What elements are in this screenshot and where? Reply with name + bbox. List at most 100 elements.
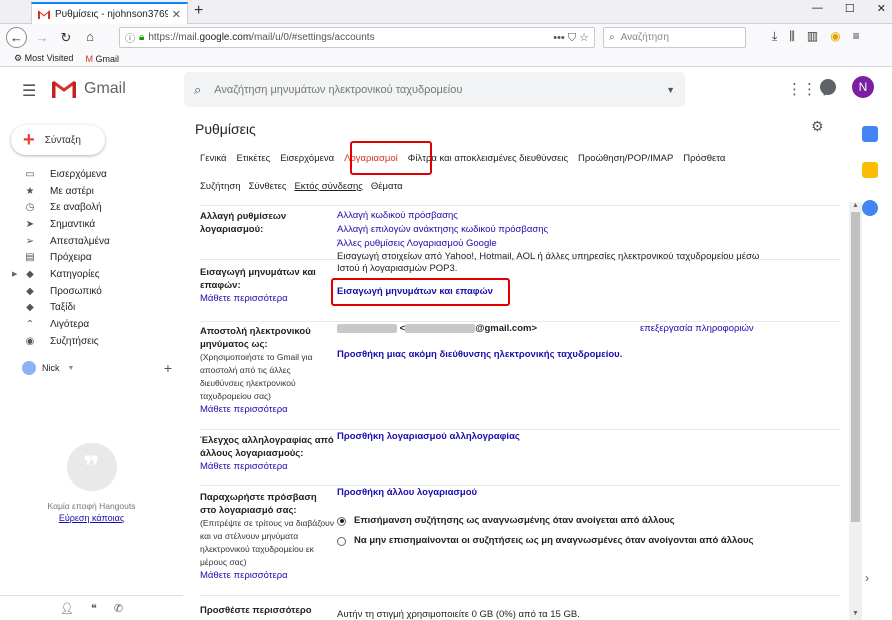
nav-item-less[interactable]: ⌃ Λιγότερα	[0, 316, 183, 333]
add-another-address-link[interactable]: Προσθήκη μιας ακόμη διεύθυνσης ηλεκτρονι…	[337, 348, 837, 362]
gmail-logo[interactable]: Gmail	[52, 80, 126, 98]
expand-arrow-icon[interactable]: ▶	[12, 270, 17, 278]
expand-panel-icon[interactable]: ›	[865, 571, 869, 585]
google-account-settings-link[interactable]: Άλλες ρυθμίσεις Λογαριασμού Google	[337, 237, 777, 251]
learn-more-link[interactable]: Μάθετε περισσότερα	[200, 293, 335, 304]
gear-icon[interactable]: ⚙	[811, 118, 824, 135]
important-icon: ➤	[25, 218, 35, 230]
change-password-link[interactable]: Αλλαγή κωδικού πρόσβασης	[337, 209, 777, 223]
radio-keep-unread-label: Να μην επισημαίνονται οι συζητήσεις ως μ…	[354, 535, 754, 546]
tab-themes[interactable]: Θέματα	[371, 181, 403, 192]
nav-item-personal[interactable]: ◆ Προσωπικό	[0, 283, 183, 300]
account-avatar[interactable]: N	[852, 76, 874, 98]
gmail-m-icon	[52, 80, 76, 98]
learn-more-link[interactable]: Μάθετε περισσότερα	[200, 461, 335, 472]
nav-item-categories[interactable]: ▶ ◆ Κατηγορίες	[0, 266, 183, 283]
tab-labels[interactable]: Ετικέτες	[236, 153, 270, 164]
hangouts-icon[interactable]: ❝	[91, 602, 97, 615]
minimize-button[interactable]: —	[812, 2, 823, 15]
compose-button[interactable]: + Σύνταξη	[11, 125, 105, 155]
learn-more-link[interactable]: Μάθετε περισσότερα	[200, 404, 335, 415]
home-button[interactable]: ⌂	[80, 29, 100, 44]
mail-search-input[interactable]: ⌕ Αναζήτηση μηνυμάτων ηλεκτρονικού ταχυδ…	[184, 72, 685, 107]
find-someone-link[interactable]: Εύρεση κάποιας	[0, 513, 183, 523]
nav-item-inbox[interactable]: ▭ Εισερχόμενα	[0, 166, 183, 183]
tab-advanced[interactable]: Σύνθετες	[249, 181, 287, 192]
check-mail-content: Προσθήκη λογαριασμού αλληλογραφίας	[337, 430, 777, 444]
contacts-icon[interactable]: 👤︎	[60, 602, 74, 615]
keep-icon[interactable]	[862, 162, 878, 178]
nav-item-chats[interactable]: ◉ Συζητήσεις	[0, 333, 183, 350]
radio-mark-read[interactable]: Επισήμανση συζήτησης ως αναγνωσμένης ότα…	[337, 514, 837, 528]
clock-icon: ◷	[25, 202, 35, 214]
browser-tab-active[interactable]: Ρυθμίσεις - njohnson3769@gm ✕	[31, 2, 188, 24]
nav-label: Συζητήσεις	[50, 335, 99, 347]
url-host: google.com	[199, 32, 252, 43]
hangouts-user[interactable]: Nick ▼ +	[22, 360, 172, 376]
tasks-icon[interactable]	[862, 200, 878, 216]
forward-button[interactable]: →	[32, 30, 52, 45]
menu-icon[interactable]: ≡	[853, 29, 860, 44]
label-icon: ◆	[26, 285, 34, 297]
bookmark-gmail[interactable]: M Gmail	[85, 54, 119, 64]
redacted-email	[405, 323, 476, 333]
bookmark-label: Gmail	[95, 53, 119, 64]
maximize-button[interactable]: ☐	[845, 2, 855, 15]
close-window-button[interactable]: ✕	[877, 2, 886, 15]
new-tab-button[interactable]: +	[194, 2, 203, 20]
tab-general[interactable]: Γενικά	[200, 153, 226, 164]
browser-search-input[interactable]: ⌕ Αναζήτηση	[603, 27, 746, 48]
storage-content: Αυτήν τη στιγμή χρησιμοποιείτε 0 GB (0%)…	[337, 608, 837, 620]
send-as-description: (Χρησιμοποιήστε το Gmail για αποστολή απ…	[200, 352, 313, 401]
add-another-account-link[interactable]: Προσθήκη άλλου λογαριασμού	[337, 486, 837, 500]
info-icon[interactable]: ⓘ	[125, 30, 135, 45]
download-icon[interactable]: ⤓	[772, 29, 777, 44]
bookmark-most-visited[interactable]: ⚙ Most Visited	[14, 53, 73, 64]
add-mail-account-link[interactable]: Προσθήκη λογαριασμού αλληλογραφίας	[337, 430, 777, 444]
tab-inbox[interactable]: Εισερχόμενα	[280, 153, 334, 164]
tab-forwarding[interactable]: Προώθηση/POP/IMAP	[578, 153, 673, 164]
mail-search-placeholder: Αναζήτηση μηνυμάτων ηλεκτρονικού ταχυδρο…	[214, 83, 463, 96]
user-dropdown-icon[interactable]: ▼	[68, 365, 75, 372]
back-button[interactable]: ←	[6, 27, 27, 48]
add-contact-icon[interactable]: +	[164, 360, 172, 376]
notifications-icon[interactable]	[820, 79, 836, 95]
search-icon[interactable]: ⌕	[194, 82, 201, 98]
edit-info-link[interactable]: επεξεργασία πληροφοριών	[640, 322, 754, 336]
search-options-icon[interactable]: ▼	[666, 85, 675, 95]
nav-label: Σε αναβολή	[50, 202, 102, 214]
gmail-header: ☰ Gmail ⌕ Αναζήτηση μηνυμάτων ηλεκτρονικ…	[0, 67, 892, 113]
main-menu-icon[interactable]: ☰	[22, 81, 36, 101]
nav-item-snoozed[interactable]: ◷ Σε αναβολή	[0, 199, 183, 216]
url-bar[interactable]: ⓘ 🔒︎ https://mail. google.com/mail/u/0/#s…	[119, 27, 595, 48]
tab-close-icon[interactable]: ✕	[172, 8, 181, 21]
bookmark-label: Most Visited	[24, 53, 74, 63]
tab-addons[interactable]: Πρόσθετα	[683, 153, 725, 164]
change-recovery-link[interactable]: Αλλαγή επιλογών ανάκτησης κωδικού πρόσβα…	[337, 223, 777, 237]
library-icon[interactable]: ⫼	[789, 29, 795, 44]
phone-icon[interactable]: ✆	[114, 602, 123, 615]
nav-label: Με αστέρι	[50, 185, 94, 197]
import-label: Εισαγωγή μηνυμάτων και επαφών:	[200, 267, 316, 291]
nav-item-sent[interactable]: ➢ Απεσταλμένα	[0, 233, 183, 250]
radio-keep-unread[interactable]: Να μην επισημαίνονται οι συζητήσεις ως μ…	[337, 534, 837, 548]
label-icon: ◆	[26, 268, 34, 280]
draft-icon: ▤	[25, 252, 35, 264]
sidebar-icon[interactable]: ▥	[807, 29, 818, 44]
nav-item-starred[interactable]: ★ Με αστέρι	[0, 183, 183, 200]
reload-button[interactable]: ↻	[56, 30, 76, 46]
tab-offline[interactable]: Εκτός σύνδεσης	[294, 181, 362, 192]
nav-label: Ταξίδι	[50, 302, 76, 314]
nav-item-important[interactable]: ➤ Σημαντικά	[0, 216, 183, 233]
grant-access-content: Προσθήκη άλλου λογαριασμού Επισήμανση συ…	[337, 486, 837, 554]
url-tools[interactable]: ••• ⛉ ☆	[553, 31, 589, 45]
radio-unselected-icon[interactable]	[337, 536, 346, 546]
radio-selected-icon[interactable]	[337, 516, 346, 526]
learn-more-link[interactable]: Μάθετε περισσότερα	[200, 570, 335, 581]
tab-chat[interactable]: Συζήτηση	[200, 181, 241, 192]
nav-item-drafts[interactable]: ▤ Πρόχειρα	[0, 249, 183, 266]
lock-icon: 🔒︎	[139, 32, 145, 43]
extension-icon[interactable]: ◉	[830, 29, 840, 44]
nav-item-travel[interactable]: ◆ Ταξίδι	[0, 300, 183, 317]
calendar-icon[interactable]	[862, 126, 878, 142]
